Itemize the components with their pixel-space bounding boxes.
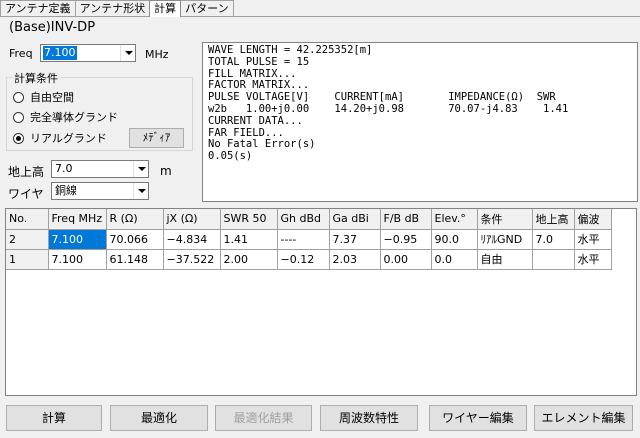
radio-selected-icon[interactable] [13, 132, 24, 144]
cell[interactable]: 7.100 [48, 249, 107, 270]
optimize-button[interactable]: 最適化 [110, 405, 208, 431]
chevron-down-icon[interactable] [133, 183, 148, 199]
calc-condition-label: 計算条件 [12, 70, 60, 86]
tab-pattern[interactable]: パターン [180, 0, 234, 16]
col-header-height[interactable]: 地上高 [532, 209, 575, 230]
radio-free-space-label: 自由空間 [30, 91, 74, 104]
cell[interactable]: 水平 [574, 249, 612, 270]
tab-calculation[interactable]: 計算 [149, 0, 182, 17]
page-title: (Base)INV-DP [9, 20, 96, 35]
cell[interactable]: −4.834 [163, 229, 221, 250]
wire-combo[interactable]: 銅線 [51, 182, 149, 200]
chevron-down-icon[interactable] [120, 45, 135, 61]
cell[interactable]: 70.066 [106, 229, 164, 250]
cell[interactable]: −37.522 [163, 249, 221, 270]
wire-label: ワイヤ [8, 187, 44, 201]
col-header-gh[interactable]: Gh dBd [277, 209, 330, 230]
wire-value[interactable]: 銅線 [54, 184, 78, 198]
cell[interactable]: 7.0 [532, 229, 575, 250]
freq-value[interactable]: 7.100 [43, 46, 77, 60]
height-unit: m [160, 164, 172, 178]
output-line: CURRENT DATA... [208, 114, 303, 127]
freq-combo[interactable]: 7.100 [40, 44, 136, 62]
radio-icon[interactable] [13, 111, 24, 123]
col-header-no[interactable]: No. [6, 209, 49, 230]
radio-icon[interactable] [13, 91, 24, 103]
cell[interactable]: −0.12 [277, 249, 330, 270]
tab-strip: アンテナ定義 アンテナ形状 計算 パターン [0, 0, 234, 17]
cell[interactable] [532, 249, 575, 270]
height-label: 地上高 [8, 165, 45, 179]
cell[interactable]: 7.37 [329, 229, 381, 250]
cell[interactable]: 1.41 [220, 229, 278, 250]
radio-perfect-ground-label: 完全導体グランド [30, 111, 118, 124]
radio-real-ground[interactable]: リアルグランド [13, 130, 107, 146]
radio-real-ground-label: リアルグランド [30, 132, 107, 145]
tab-antenna-shape[interactable]: アンテナ形状 [74, 0, 151, 16]
col-header-fb[interactable]: F/B dB [380, 209, 432, 230]
col-header-r[interactable]: R (Ω) [106, 209, 164, 230]
cell[interactable]: ---- [277, 229, 330, 250]
table-row[interactable]: 2 7.100 70.066 −4.834 1.41 ---- 7.37 −0.… [6, 229, 612, 250]
height-value[interactable]: 7.0 [54, 162, 74, 176]
col-header-polarization[interactable]: 偏波 [574, 209, 612, 230]
freq-label: Freq [9, 47, 33, 60]
cell[interactable]: 0.0 [431, 249, 478, 270]
output-line: w2b 1.00+j0.00 14.20+j0.98 70.07-j4.83 1… [208, 102, 569, 115]
output-line: No Fatal Error(s) [208, 138, 316, 151]
wire-edit-button[interactable]: ワイヤー編集 [429, 405, 527, 431]
cell[interactable]: 水平 [574, 229, 612, 250]
table-header-row: No. Freq MHz R (Ω) jX (Ω) SWR 50 Gh dBd … [6, 209, 612, 230]
frequency-characteristics-button[interactable]: 周波数特性 [320, 405, 418, 431]
tab-antenna-definition[interactable]: アンテナ定義 [0, 0, 76, 16]
output-line: 0.05(s) [208, 150, 253, 163]
col-header-elev[interactable]: Elev.° [431, 209, 478, 230]
cell[interactable]: 1 [6, 249, 49, 270]
optimize-result-button[interactable]: 最適化結果 [215, 405, 312, 431]
cell[interactable]: −0.95 [380, 229, 432, 250]
calc-button[interactable]: 計算 [6, 405, 102, 431]
col-header-jx[interactable]: jX (Ω) [163, 209, 221, 230]
cell-selected[interactable]: 7.100 [48, 229, 107, 250]
results-grid[interactable]: No. Freq MHz R (Ω) jX (Ω) SWR 50 Gh dBd … [5, 208, 637, 396]
freq-unit: MHz [145, 48, 169, 61]
cell[interactable]: 2.00 [220, 249, 278, 270]
output-log[interactable]: WAVE LENGTH = 42.225352[m] TOTAL PULSE = … [202, 42, 638, 202]
cell[interactable]: 61.148 [106, 249, 164, 270]
table-row[interactable]: 1 7.100 61.148 −37.522 2.00 −0.12 2.03 0… [6, 249, 612, 270]
media-button[interactable]: ﾒﾃﾞｨｱ [129, 128, 184, 148]
col-header-condition[interactable]: 条件 [477, 209, 533, 230]
cell[interactable]: 90.0 [431, 229, 478, 250]
output-line: TOTAL PULSE = 15 [208, 55, 310, 68]
cell[interactable]: 自由 [477, 249, 533, 270]
cell[interactable]: 2 [6, 229, 49, 250]
cell[interactable]: 0.00 [380, 249, 432, 270]
col-header-swr[interactable]: SWR 50 [220, 209, 278, 230]
col-header-freq[interactable]: Freq MHz [48, 209, 107, 230]
cell[interactable]: ﾘｱﾙGND [477, 229, 533, 250]
height-combo[interactable]: 7.0 [51, 160, 149, 178]
col-header-ga[interactable]: Ga dBi [329, 209, 381, 230]
cell[interactable]: 2.03 [329, 249, 381, 270]
radio-perfect-ground[interactable]: 完全導体グランド [13, 109, 118, 125]
chevron-down-icon[interactable] [133, 161, 148, 177]
element-edit-button[interactable]: エレメント編集 [534, 405, 633, 431]
radio-free-space[interactable]: 自由空間 [13, 89, 74, 105]
